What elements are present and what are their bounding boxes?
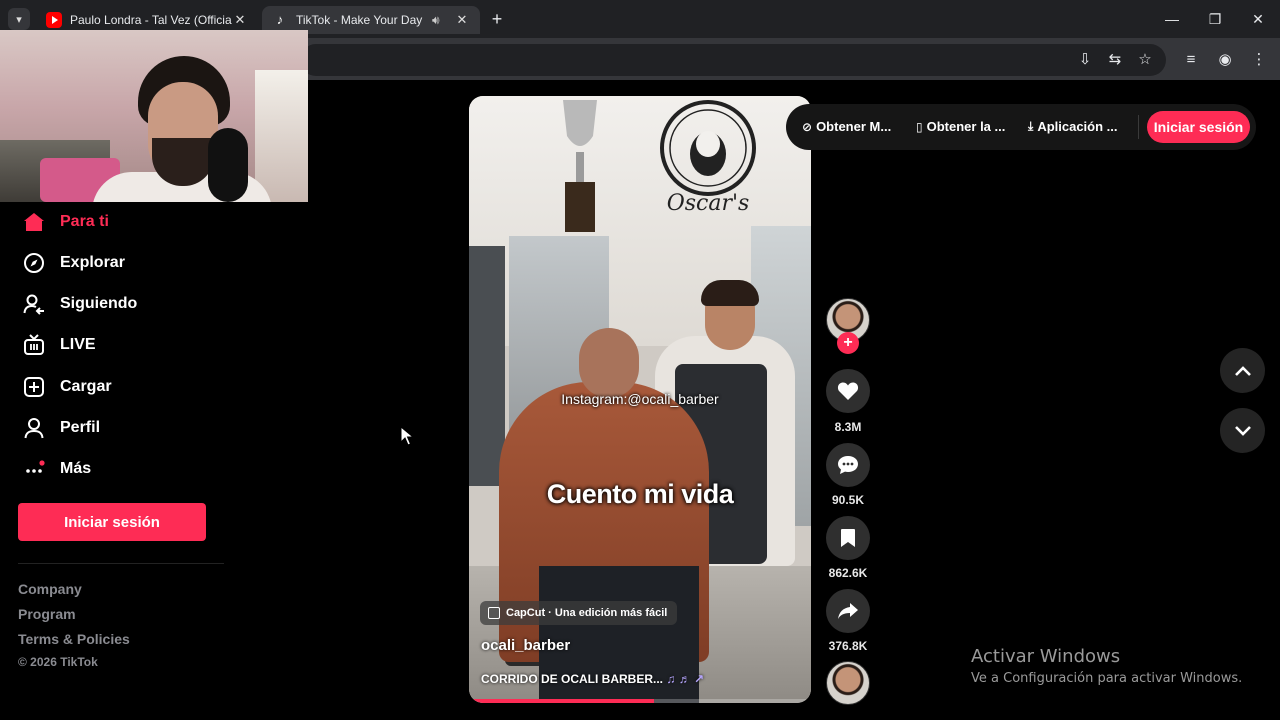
footer-link-terms[interactable]: Terms & Policies xyxy=(18,631,130,647)
download-icon: ⤓ xyxy=(1028,119,1034,133)
close-icon[interactable]: ✕ xyxy=(454,12,470,28)
profile-icon xyxy=(22,416,46,440)
trophy-image xyxy=(563,100,597,232)
like-button[interactable] xyxy=(826,369,870,413)
get-coins-label: Obtener M... xyxy=(816,119,892,134)
install-app-icon[interactable]: ⇩ xyxy=(1073,48,1097,72)
follow-plus-button[interactable]: + xyxy=(837,332,859,354)
sidebar-item-label: Para ti xyxy=(60,213,109,230)
more-dots-icon xyxy=(22,457,46,481)
user-follow-icon xyxy=(22,292,46,316)
chevron-up-icon xyxy=(1234,365,1251,376)
next-video-button[interactable] xyxy=(1220,408,1265,453)
sidebar-item-perfil[interactable]: Perfil xyxy=(22,415,100,441)
sidebar-item-label: Explorar xyxy=(60,254,125,271)
get-coins-link[interactable]: ⊘ Obtener M... xyxy=(802,119,891,134)
get-app-label: Obtener la ... xyxy=(926,119,1006,134)
capcut-label: CapCut · Una edición más fácil xyxy=(506,607,668,619)
sidebar-item-live[interactable]: LIVE xyxy=(22,332,96,358)
window-close-button[interactable]: ✕ xyxy=(1238,6,1278,32)
sidebar-item-label: Perfil xyxy=(60,419,101,436)
comment-count: 90.5K xyxy=(831,493,865,507)
bookmark-star-icon[interactable]: ☆ xyxy=(1133,48,1157,72)
comment-button[interactable] xyxy=(826,443,870,487)
new-tab-button[interactable]: + xyxy=(486,8,508,30)
sidebar-item-explorar[interactable]: Explorar xyxy=(22,250,125,276)
footer-link-program[interactable]: Program xyxy=(18,606,76,622)
desktop-app-label: Aplicación ... xyxy=(1037,119,1118,134)
sidebar-item-siguiendo[interactable]: Siguiendo xyxy=(22,291,137,317)
home-icon xyxy=(22,210,46,234)
sidebar-item-label: Más xyxy=(60,460,92,477)
restore-button[interactable]: ❐ xyxy=(1195,6,1235,32)
sidebar-item-mas[interactable]: Más xyxy=(22,456,91,482)
copyright-text: © 2026 TikTok xyxy=(18,655,98,669)
sidebar-item-label: LIVE xyxy=(60,336,96,353)
previous-video-button[interactable] xyxy=(1220,348,1265,393)
sidebar-item-label: Cargar xyxy=(60,378,112,395)
upload-plus-icon xyxy=(22,375,46,399)
mouse-cursor-icon xyxy=(400,426,414,446)
microphone-icon xyxy=(208,128,248,202)
like-count: 8.3M xyxy=(834,420,862,434)
video-overlay-caption: Cuento mi vida xyxy=(546,479,734,509)
youtube-icon xyxy=(46,12,62,28)
activation-title: Activar Windows xyxy=(971,646,1121,667)
bookmark-icon xyxy=(841,529,855,547)
compass-icon xyxy=(22,251,46,275)
live-tv-icon xyxy=(22,333,46,357)
share-button[interactable] xyxy=(826,589,870,633)
share-arrow-icon xyxy=(838,603,858,619)
sidebar-item-label: Siguiendo xyxy=(60,295,138,312)
video-progress-fill xyxy=(469,699,654,703)
minimize-button[interactable]: — xyxy=(1152,6,1192,32)
video-progress-bar[interactable] xyxy=(469,699,811,703)
music-note-icon: ♫ ♬ ↗ xyxy=(666,672,705,686)
svg-text:Oscar's: Oscar's xyxy=(667,191,750,216)
tiktok-icon: ♪ xyxy=(276,12,284,27)
music-title: CORRIDO DE OCALI BARBER... xyxy=(481,672,664,686)
phone-icon: ▯ xyxy=(916,119,923,134)
desktop-app-link[interactable]: ⤓ Aplicación ... xyxy=(1028,119,1118,134)
coin-icon: ⊘ xyxy=(802,119,813,134)
sidebar-item-cargar[interactable]: Cargar xyxy=(22,374,112,400)
capcut-icon xyxy=(488,607,500,619)
topbar-separator xyxy=(1138,115,1139,139)
tab-search-button[interactable]: ▾ xyxy=(8,8,30,30)
video-player[interactable]: Oscar's Instagram:@ocali_barber Cuento m… xyxy=(469,96,811,703)
tab-title: Paulo Londra - Tal Vez (Official V xyxy=(70,13,232,27)
tab-title: TikTok - Make Your Day xyxy=(296,13,423,27)
topbar-login-button[interactable]: Iniciar sesión xyxy=(1147,111,1250,143)
sidebar-login-button[interactable]: Iniciar sesión xyxy=(18,503,206,541)
save-button[interactable] xyxy=(826,516,870,560)
translate-icon[interactable]: ⇆ xyxy=(1103,48,1127,72)
video-username[interactable]: ocali_barber xyxy=(481,637,570,654)
music-disc-avatar[interactable] xyxy=(826,661,870,705)
comment-icon xyxy=(838,456,858,474)
speaker-icon[interactable]: 🔊︎ xyxy=(432,13,450,28)
chevron-down-icon xyxy=(1234,425,1251,436)
browser-menu-icon[interactable]: ⋮ xyxy=(1247,48,1271,72)
sidebar-divider xyxy=(18,563,224,564)
barberia-oscars-logo: Oscar's xyxy=(660,100,756,216)
webcam-overlay xyxy=(0,30,308,202)
heart-icon xyxy=(837,382,859,400)
footer-link-company[interactable]: Company xyxy=(18,581,82,597)
sidebar-item-para-ti[interactable]: Para ti xyxy=(22,209,109,235)
share-count: 376.8K xyxy=(828,639,868,653)
windows-activation-watermark: Activar Windows Ve a Configuración para … xyxy=(971,646,1242,686)
profile-account-icon[interactable]: ◉ xyxy=(1213,48,1237,72)
close-icon[interactable]: ✕ xyxy=(232,12,248,28)
video-music[interactable]: CORRIDO DE OCALI BARBER... ♫ ♬ ↗ xyxy=(481,672,704,686)
save-count: 862.6K xyxy=(828,566,868,580)
get-app-link[interactable]: ▯ Obtener la ... xyxy=(916,119,1005,134)
video-overlay-handle: Instagram:@ocali_barber xyxy=(561,391,719,407)
media-controls-icon[interactable]: ≡ xyxy=(1179,48,1203,72)
address-bar[interactable] xyxy=(300,44,1166,76)
capcut-badge[interactable]: CapCut · Una edición más fácil xyxy=(480,601,678,625)
activation-subtitle: Ve a Configuración para activar Windows. xyxy=(971,671,1243,686)
